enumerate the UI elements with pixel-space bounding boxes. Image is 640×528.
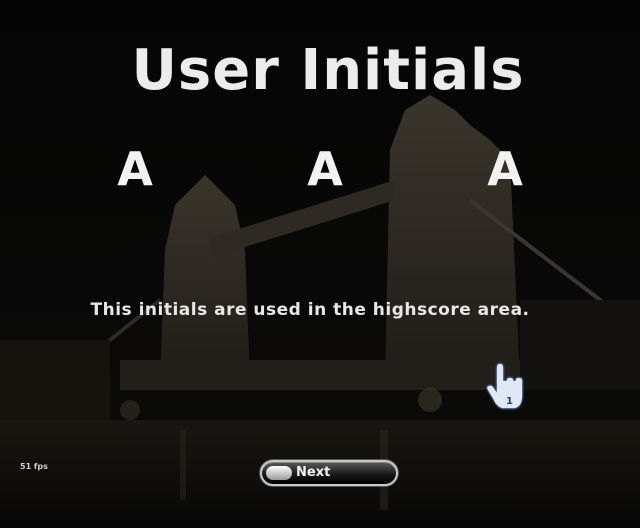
info-text: This initials are used in the highscore … xyxy=(90,300,530,320)
button-knob xyxy=(266,466,292,480)
next-button[interactable]: Next xyxy=(260,460,398,486)
initial-slot-2[interactable]: A xyxy=(295,142,355,196)
next-button-label: Next xyxy=(296,465,331,480)
initial-slot-3[interactable]: A xyxy=(475,142,535,196)
cursor-badge: 1 xyxy=(506,396,513,407)
hand-cursor-icon: 1 xyxy=(485,362,524,410)
initial-slot-1[interactable]: A xyxy=(105,142,165,196)
fps-counter: 51 fps xyxy=(20,462,48,471)
page-title: User Initials xyxy=(131,38,525,103)
game-screen: User Initials A A A This initials are us… xyxy=(0,0,640,528)
